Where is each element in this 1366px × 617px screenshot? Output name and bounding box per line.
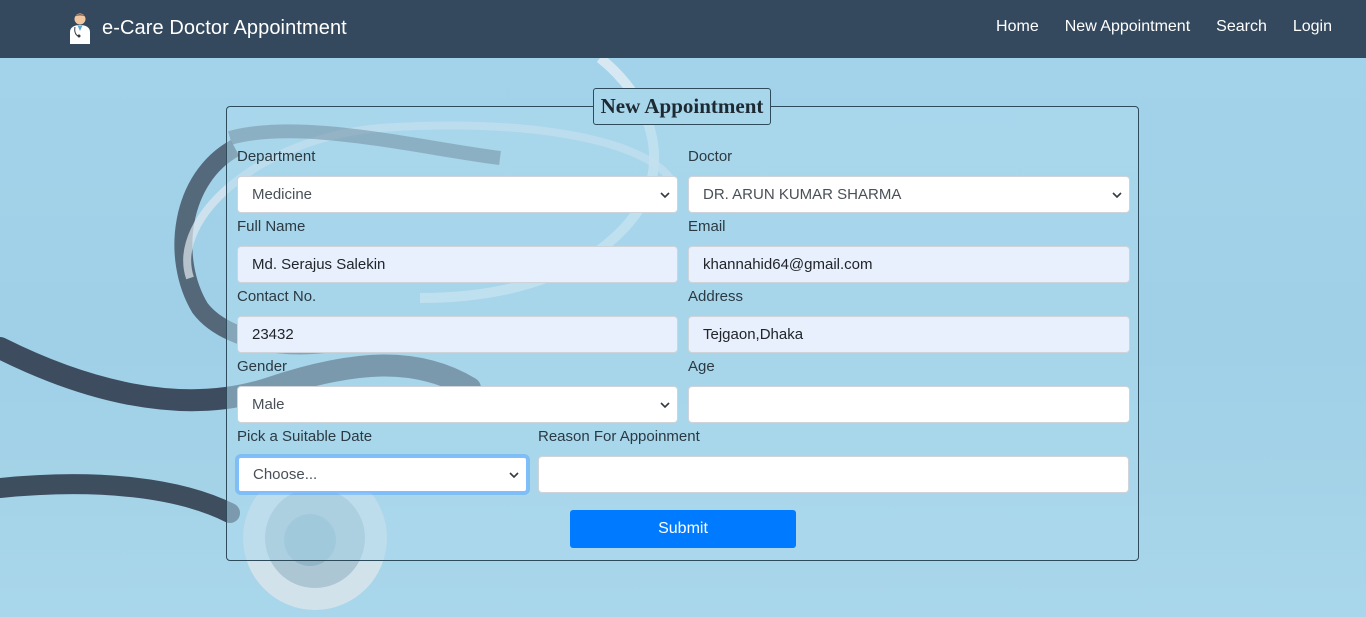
- nav-new-appointment[interactable]: New Appointment: [1065, 18, 1190, 36]
- chevron-down-icon: [660, 191, 670, 198]
- department-select[interactable]: Medicine: [237, 176, 678, 213]
- address-input[interactable]: Tejgaon,Dhaka: [688, 316, 1130, 353]
- contact-label: Contact No.: [237, 288, 317, 305]
- contact-input[interactable]: 23432: [237, 316, 678, 353]
- email-label: Email: [688, 218, 726, 235]
- email-input[interactable]: khannahid64@gmail.com: [688, 246, 1130, 283]
- chevron-down-icon: [660, 401, 670, 408]
- chevron-down-icon: [1112, 191, 1122, 198]
- nav-search[interactable]: Search: [1216, 18, 1267, 36]
- doctor-label: Doctor: [688, 148, 733, 165]
- full-name-label: Full Name: [237, 218, 306, 235]
- gender-value: Male: [252, 396, 285, 413]
- address-label: Address: [688, 288, 744, 305]
- doctor-select[interactable]: DR. ARUN KUMAR SHARMA: [688, 176, 1130, 213]
- form-legend: New Appointment: [593, 88, 771, 125]
- age-label: Age: [688, 358, 715, 375]
- reason-label: Reason For Appoinment: [538, 428, 700, 445]
- navbar: e-Care Doctor Appointment Home New Appoi…: [0, 0, 1366, 58]
- date-label: Pick a Suitable Date: [237, 428, 373, 445]
- nav-login[interactable]: Login: [1293, 18, 1332, 36]
- date-select[interactable]: Choose...: [237, 456, 528, 493]
- brand-title: e-Care Doctor Appointment: [102, 16, 347, 39]
- nav-links: Home New Appointment Search Login: [970, 18, 1332, 36]
- chevron-down-icon: [509, 471, 519, 478]
- nav-home[interactable]: Home: [996, 18, 1039, 36]
- reason-input[interactable]: [538, 456, 1129, 493]
- gender-label: Gender: [237, 358, 288, 375]
- department-value: Medicine: [252, 186, 313, 203]
- gender-select[interactable]: Male: [237, 386, 678, 423]
- department-label: Department: [237, 148, 316, 165]
- full-name-input[interactable]: Md. Serajus Salekin: [237, 246, 678, 283]
- doctor-icon: [70, 13, 90, 44]
- submit-button[interactable]: Submit: [570, 510, 796, 548]
- date-value: Choose...: [253, 466, 318, 483]
- brand[interactable]: e-Care Doctor Appointment: [68, 12, 347, 44]
- age-input[interactable]: [688, 386, 1130, 423]
- doctor-value: DR. ARUN KUMAR SHARMA: [703, 186, 902, 203]
